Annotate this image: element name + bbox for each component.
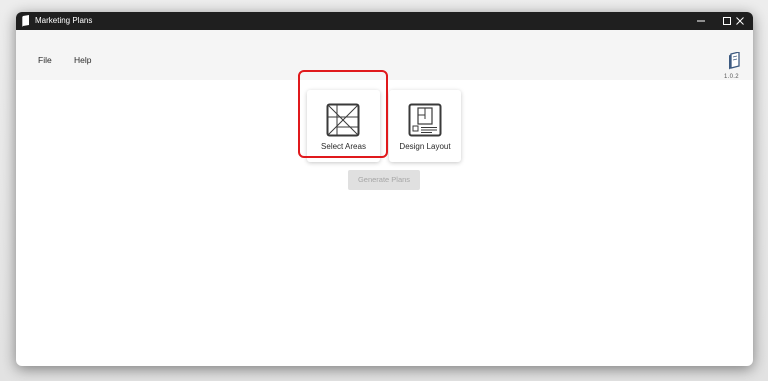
- menu-file[interactable]: File: [38, 54, 52, 66]
- minimize-icon: [697, 20, 705, 22]
- minimize-button[interactable]: [688, 12, 714, 30]
- selection-highlight: [298, 70, 388, 158]
- app-logo-icon: [729, 52, 740, 70]
- design-layout-icon: [408, 103, 442, 137]
- title-bar[interactable]: Marketing Plans: [16, 12, 753, 30]
- design-layout-card[interactable]: Design Layout: [389, 90, 461, 162]
- design-layout-label: Design Layout: [399, 142, 451, 151]
- version-label: 1.0.2: [724, 74, 739, 80]
- close-button[interactable]: [727, 12, 753, 30]
- window-title: Marketing Plans: [35, 16, 93, 25]
- generate-plans-button[interactable]: Generate Plans: [348, 170, 420, 190]
- app-window: Marketing Plans File Help 1.0.2 Select A…: [16, 12, 753, 366]
- app-icon: [22, 15, 29, 27]
- close-icon: [736, 17, 744, 25]
- menu-help[interactable]: Help: [74, 54, 91, 66]
